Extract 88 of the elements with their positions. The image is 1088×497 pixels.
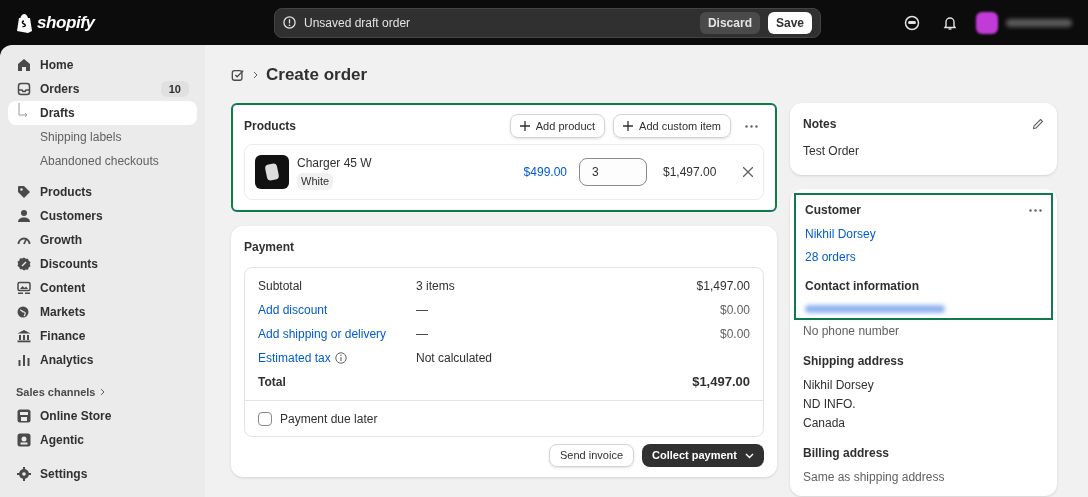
inbox-icon [16,81,32,97]
plus-icon [623,121,634,131]
section-heading: Billing address [803,445,891,462]
page-title: Create order [266,64,368,87]
payment-detail: — [416,327,428,341]
nav-item[interactable]: Content [8,276,197,300]
nav-item[interactable]: Agentic [8,428,197,452]
card-title: Payment [244,239,296,256]
person-icon [16,208,32,224]
breadcrumb-chevron-icon [253,71,258,79]
tag-icon [16,184,32,200]
section-heading: Shipping address [803,353,905,370]
bank-icon [16,328,32,344]
nav-item[interactable]: Analytics [8,348,197,372]
payment-amount: $1,497.00 [692,373,750,392]
nav-item[interactable]: Drafts [8,101,197,125]
pencil-icon[interactable] [1032,118,1044,130]
banner-text: Unsaved draft order [304,14,412,32]
home-icon [16,57,32,73]
caret-icon [745,452,754,459]
payment-amount: $0.00 [719,326,750,343]
payment-link[interactable]: Add shipping or delivery [258,327,387,341]
payment-detail: Not calculated [416,351,493,365]
card-title: Customer [805,202,861,219]
payment-link[interactable]: Add discount [258,303,328,317]
bell-icon[interactable] [942,14,958,31]
shopping-bag-icon [16,12,33,33]
send-invoice-button[interactable]: Send invoice [549,444,635,467]
logo-text: shopify [37,11,95,34]
image-icon [16,280,32,296]
alert-icon [283,16,296,29]
nav-item[interactable]: Settings [8,462,197,486]
nav-item[interactable]: Products [8,180,197,204]
payment-link[interactable]: Estimated tax [258,349,331,367]
payment-label: Subtotal [258,279,303,293]
payment-label: Total [258,375,286,389]
nav-item[interactable]: Online Store [8,404,197,428]
nav-item[interactable]: Discounts [8,252,197,276]
nav-item[interactable]: Finance [8,324,197,348]
add-button[interactable]: Add product [509,114,606,138]
chevron-icon[interactable] [99,388,105,396]
section-heading[interactable]: Sales channels [16,383,96,401]
payment-amount: $1,497.00 [696,278,750,295]
variant-tag: White [297,173,334,190]
nav-item[interactable]: Customers [8,204,197,228]
add-button[interactable]: Add custom item [613,114,731,138]
nav-item[interactable]: Abandoned checkouts [8,149,197,173]
save-button[interactable]: Save [767,11,812,34]
note-text: Test Order [803,143,860,160]
plus-icon [519,121,530,131]
nav-item[interactable]: Growth [8,228,197,252]
quantity-field[interactable]: 3 [579,158,647,186]
close-icon[interactable] [743,167,753,177]
phone-text: No phone number [803,323,901,340]
checkbox-label: Payment due later [280,410,378,428]
collect-payment-button[interactable]: Collect payment [642,444,764,467]
redacted-store-name [1006,18,1072,27]
order-count-link[interactable]: 28 orders [805,248,1042,266]
nav-item[interactable]: Orders 10 [8,77,197,101]
discard-button[interactable]: Discard [699,11,760,34]
nav-item[interactable]: Shipping labels [8,125,197,149]
count-badge: 10 [160,80,189,98]
address-line: ND INFO. [803,396,857,413]
unit-price[interactable]: $499.00 [523,163,567,181]
store-icon [16,408,32,424]
bar-chart-icon [16,352,32,368]
info-icon[interactable] [334,352,347,364]
edit-order-icon[interactable] [231,68,245,82]
product-thumbnail [255,155,289,189]
customer-name-link[interactable]: Nikhil Dorsey [805,225,1042,243]
product-name[interactable]: Charger 45 W [297,154,372,173]
more-actions-icon[interactable] [1029,208,1042,212]
payment-detail: — [416,303,428,317]
address-line: Nikhil Dorsey [803,377,875,394]
more-actions-icon[interactable] [745,124,758,128]
nav-item[interactable]: Home [8,53,197,77]
nav-item[interactable]: Markets [8,300,197,324]
card-title: Notes [803,116,837,133]
section-heading: Contact information [805,278,920,295]
address-line: Canada [803,415,847,432]
checkbox[interactable] [258,411,272,426]
billing-text: Same as shipping address [803,469,946,486]
card-title: Products [244,118,297,135]
discount-badge-icon [16,256,32,272]
payment-detail: 3 items [416,279,455,293]
line-total: $1,497.00 [663,164,718,181]
avatar[interactable] [976,11,998,34]
payment-amount: $0.00 [719,302,750,319]
